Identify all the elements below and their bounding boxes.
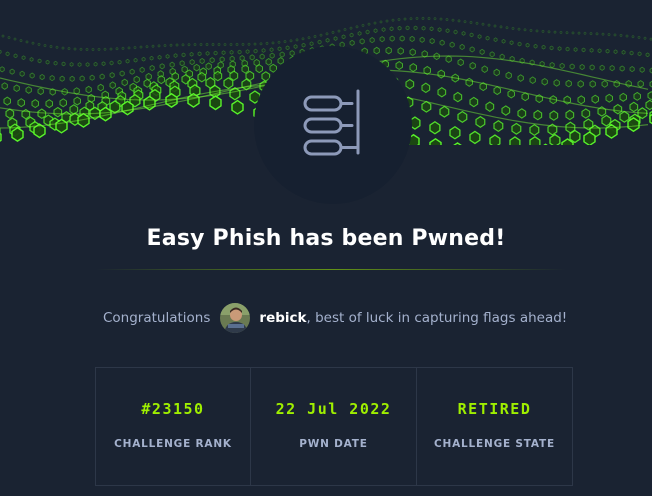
user-avatar[interactable] [220,303,251,333]
username-link[interactable]: rebick [259,310,306,326]
stats-table: #23150 CHALLENGE RANK 22 Jul 2022 PWN DA… [95,367,573,486]
challenge-badge [254,46,412,204]
stat-label: CHALLENGE RANK [114,438,232,450]
stat-label: PWN DATE [299,438,368,450]
congrats-prefix: Congratulations [103,310,211,326]
database-stack-icon [300,87,366,163]
stat-label: CHALLENGE STATE [434,438,555,450]
stat-value: #23150 [141,400,205,418]
stat-pwn-date: 22 Jul 2022 PWN DATE [250,368,416,485]
page-title: Easy Phish has been Pwned! [146,226,506,251]
congrats-line: Congratulations rebick , best of luck in… [103,301,567,335]
stat-value: 22 Jul 2022 [275,400,392,418]
title-divider [96,269,566,270]
stat-challenge-state: RETIRED CHALLENGE STATE [416,368,572,485]
stat-value: RETIRED [457,400,532,418]
congrats-suffix: , best of luck in capturing flags ahead! [306,310,568,326]
stat-challenge-rank: #23150 CHALLENGE RANK [96,368,250,485]
